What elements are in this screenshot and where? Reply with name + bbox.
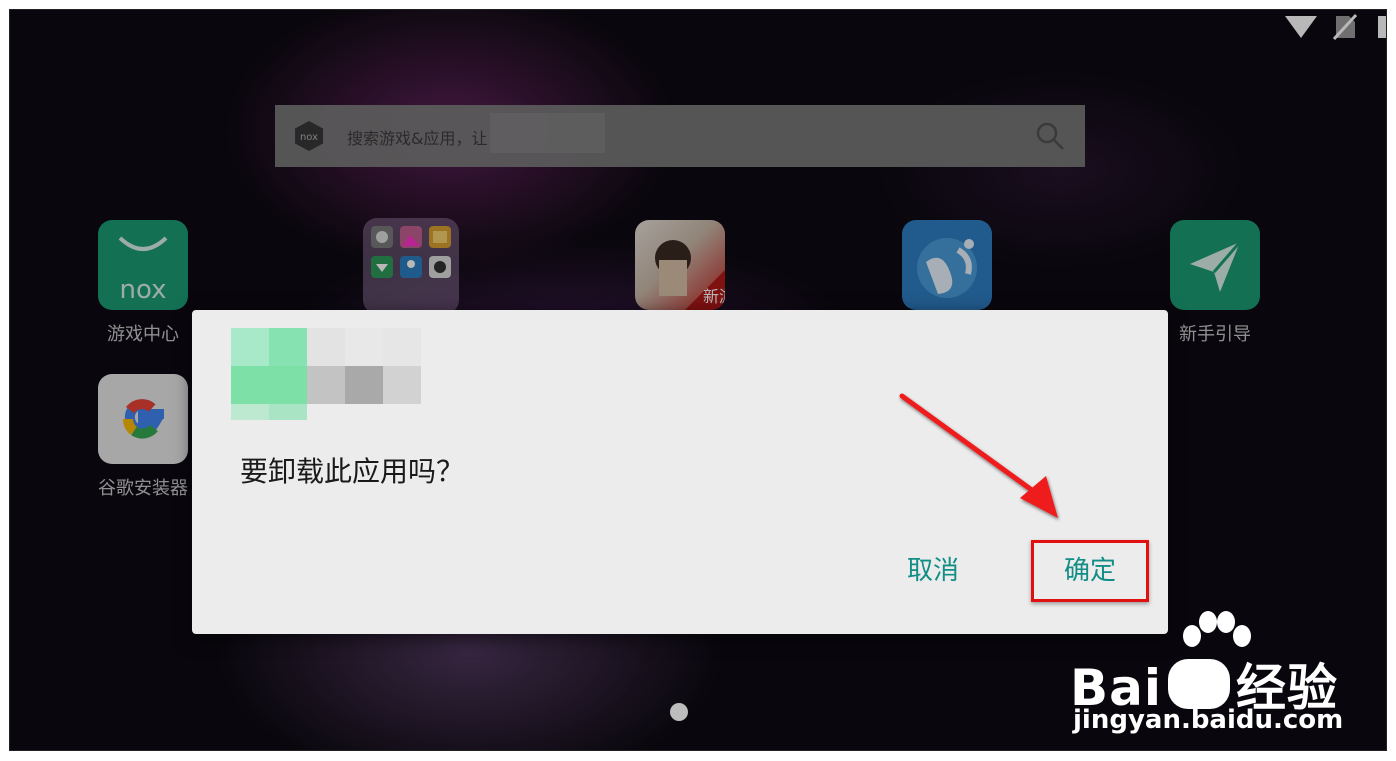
watermark-url: jingyan.baidu.com [1073, 705, 1344, 735]
app-icon-pixelated [231, 328, 421, 420]
confirm-button[interactable]: 确定 [1031, 540, 1149, 602]
emulator-screen: nox 搜索游戏&应用，让 nox 游戏中心 新游 [10, 10, 1386, 750]
page-indicator-dot[interactable] [670, 703, 688, 721]
baidu-jingyan-watermark: Bai 经验 jingyan.baidu.com [1070, 610, 1380, 745]
dialog-message: 要卸载此应用吗？ [240, 455, 465, 488]
annotation-arrow-icon [899, 393, 1058, 518]
cancel-button[interactable]: 取消 [907, 550, 959, 587]
